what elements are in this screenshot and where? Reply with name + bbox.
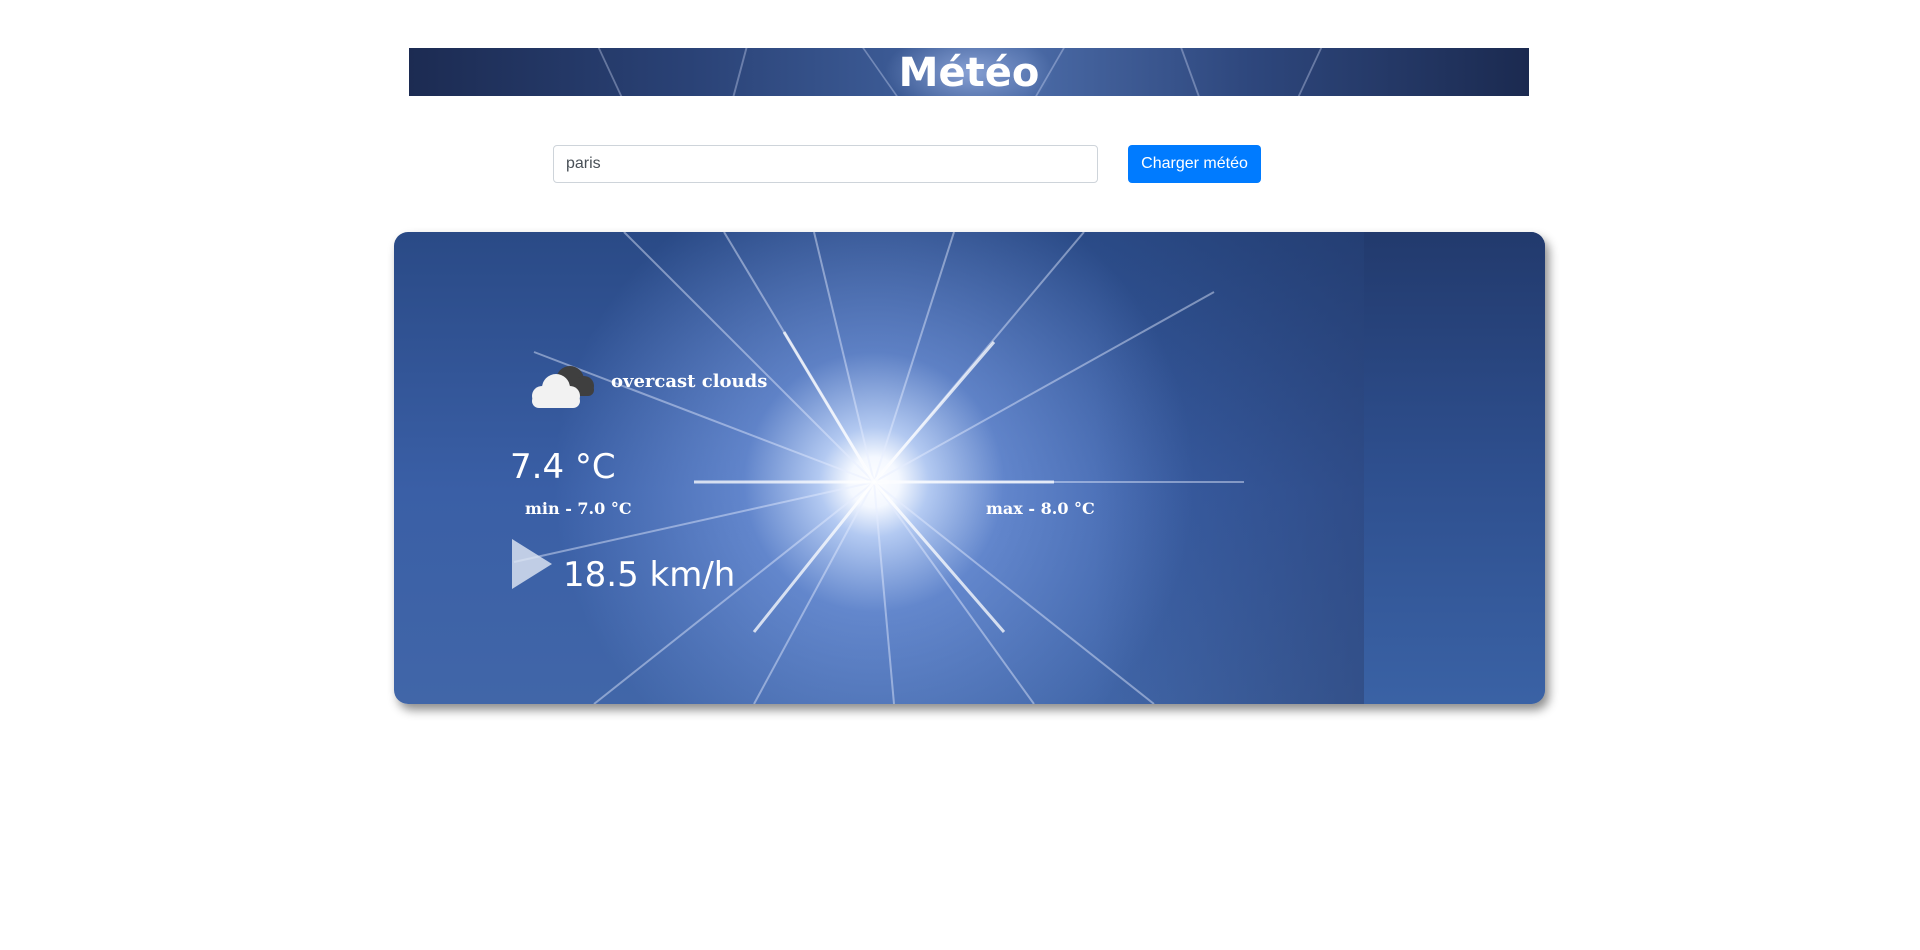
page-title: Météo <box>898 50 1040 96</box>
load-weather-button[interactable]: Charger météo <box>1128 145 1261 183</box>
cloud-icon <box>524 358 600 416</box>
city-search-input[interactable] <box>553 145 1098 183</box>
weather-condition: overcast clouds <box>611 371 768 392</box>
wind-direction-arrow-icon <box>510 537 554 595</box>
max-temperature: max - 8.0 °C <box>986 499 1095 518</box>
page: Météo Charger météo <box>0 0 1920 950</box>
min-temperature: min - 7.0 °C <box>525 499 632 518</box>
current-temperature: 7.4 °C <box>510 447 616 487</box>
wind-speed: 18.5 km/h <box>563 555 736 595</box>
header-banner: Météo <box>409 48 1529 96</box>
